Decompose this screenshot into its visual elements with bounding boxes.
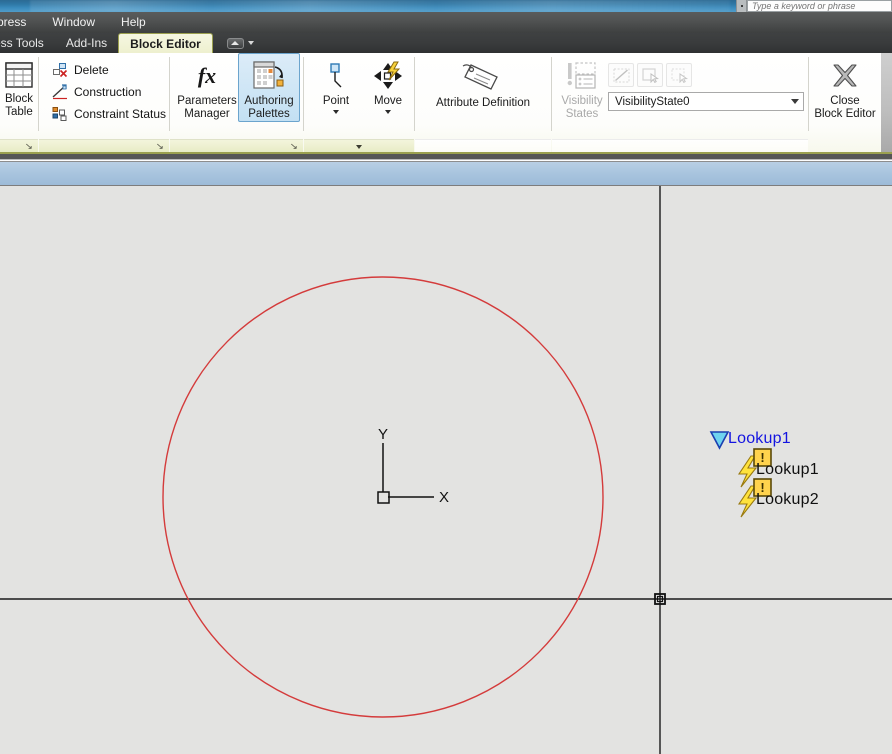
lookup-action-1-label[interactable]: Lookup1 (756, 461, 819, 479)
window-title-bar (0, 0, 892, 12)
make-visible-button[interactable] (637, 63, 663, 87)
ucs-x-label: X (439, 489, 449, 506)
constraint-status-button[interactable]: Constraint Status (45, 103, 173, 125)
panel-attribute-footer (415, 139, 551, 153)
delete-label: Delete (74, 63, 109, 77)
block-table-button[interactable]: Block Table (0, 53, 38, 120)
panel-action-parameters-footer[interactable] (304, 139, 414, 153)
attribute-definition-label: Attribute Definition (436, 97, 530, 109)
block-table-label-line1: Block (4, 93, 34, 105)
panel-visibility: Visibility States VisibilityState0 (552, 53, 808, 153)
dialog-launcher-icon[interactable]: ↘ (156, 142, 164, 151)
autocad-block-editor-window: xpress Window Help ess Tools Add-Ins Blo… (0, 0, 892, 754)
ribbon-panel-bar: Block Table ↘ Delete Construction Constr… (0, 53, 892, 153)
authoring-palettes-icon (253, 61, 284, 89)
ribbon-minimize-group (226, 33, 254, 53)
point-button[interactable]: Point (310, 53, 362, 115)
quick-search-toggle[interactable] (736, 0, 747, 12)
lookup-parameter-label[interactable]: Lookup1 (728, 430, 791, 448)
make-visible-icon (641, 67, 659, 83)
constraint-status-icon (52, 107, 67, 121)
visibility-states-label-line1: Visibility (561, 95, 603, 107)
tab-express-tools[interactable]: ess Tools (0, 33, 55, 53)
menu-window[interactable]: Window (39, 12, 108, 33)
tab-add-ins[interactable]: Add-Ins (55, 33, 118, 53)
make-invisible-icon (613, 68, 629, 82)
dialog-launcher-icon[interactable]: ↘ (25, 142, 33, 151)
title-bar-glass (30, 0, 730, 12)
block-table-icon (5, 62, 33, 88)
panel-block-table-footer[interactable]: ↘ (0, 139, 38, 153)
panel-block-table: Block Table ↘ (0, 53, 38, 153)
point-parameter-icon (330, 63, 342, 88)
menu-bar: xpress Window Help (0, 12, 892, 33)
make-invisible-button[interactable] (608, 63, 634, 87)
minimize-ribbon-icon[interactable] (226, 37, 244, 49)
point-label: Point (322, 95, 350, 107)
authoring-palettes-label-line1: Authoring (244, 95, 294, 107)
svg-text:fx: fx (198, 63, 216, 88)
panel-expand-caret-icon[interactable] (356, 144, 362, 149)
parameters-manager-label-line2: Manager (184, 108, 230, 120)
close-block-editor-label-line1: Close (830, 95, 860, 107)
panel-manage: fx Parameters Manager Authoring Palettes… (170, 53, 303, 153)
lookup-triangle-icon (709, 431, 730, 450)
lookup-action-2-label[interactable]: Lookup2 (756, 491, 819, 509)
circle-entity[interactable] (162, 276, 604, 718)
panel-close: Close Block Editor (809, 53, 881, 153)
close-block-editor-label-line2: Block Editor (814, 108, 876, 120)
menu-help[interactable]: Help (108, 12, 159, 33)
ucs-icon: X Y (377, 426, 449, 506)
move-action-icon (374, 61, 402, 89)
authoring-palettes-label-line2: Palettes (248, 108, 290, 120)
ribbon-tab-bar: ess Tools Add-Ins Block Editor (0, 33, 892, 53)
lookup-parameter-marker[interactable] (709, 431, 730, 450)
ribbon-right-filler (881, 53, 892, 153)
visibility-states-button: Visibility States (556, 53, 608, 122)
constraint-status-label: Constraint Status (74, 107, 167, 121)
menu-express[interactable]: xpress (0, 12, 39, 33)
visibility-mode-button[interactable] (666, 63, 692, 87)
block-table-label-line2: Table (5, 106, 33, 118)
panel-visibility-footer (552, 139, 808, 153)
construction-button[interactable]: Construction (45, 81, 148, 103)
drawing-canvas[interactable]: X Y ! ! Lookup1 Lookup1 Lookup2 (0, 186, 892, 754)
construction-icon (52, 84, 67, 100)
close-block-editor-icon (833, 64, 857, 87)
chevron-down-icon[interactable] (247, 41, 254, 45)
close-block-editor-button[interactable]: Close Block Editor (809, 53, 881, 122)
point-dropdown-caret-icon[interactable] (333, 110, 339, 114)
visibility-state-combo[interactable]: VisibilityState0 (608, 92, 804, 111)
parameters-manager-button[interactable]: fx Parameters Manager (176, 53, 238, 122)
visibility-controls: VisibilityState0 (608, 53, 804, 111)
attribute-definition-button[interactable]: Attribute Definition (418, 53, 548, 111)
chevron-down-icon[interactable] (791, 99, 799, 104)
quick-access-right (736, 0, 892, 12)
visibility-mode-icon (671, 68, 688, 83)
panel-manage-footer[interactable]: ↘ (170, 139, 303, 153)
authoring-palettes-button[interactable]: Authoring Palettes (238, 53, 300, 122)
move-label: Move (373, 95, 403, 107)
parameters-manager-label-line1: Parameters (177, 95, 237, 107)
ucs-y-label: Y (378, 426, 388, 443)
tab-block-editor[interactable]: Block Editor (118, 33, 213, 53)
panel-attribute: Attribute Definition (415, 53, 551, 153)
quick-search-input[interactable] (747, 0, 892, 12)
fx-icon: fx (198, 63, 216, 88)
visibility-states-label-line2: States (565, 108, 599, 120)
move-button[interactable]: Move (362, 53, 414, 115)
panel-block-tools-footer[interactable]: ↘ (39, 139, 169, 153)
visibility-state-value: VisibilityState0 (615, 95, 690, 108)
move-dropdown-caret-icon[interactable] (385, 110, 391, 114)
dialog-launcher-icon[interactable]: ↘ (290, 142, 298, 151)
block-editor-context-bar (0, 162, 892, 186)
visibility-tool-row (608, 55, 804, 87)
construction-label: Construction (74, 85, 142, 99)
visibility-states-icon (567, 62, 596, 89)
attribute-definition-icon (462, 64, 498, 90)
delete-button[interactable]: Delete (45, 59, 116, 81)
panel-action-parameters: Point Move (304, 53, 414, 153)
delete-icon (53, 63, 68, 78)
panel-block-tools: Delete Construction Constraint Status ↘ (39, 53, 169, 153)
